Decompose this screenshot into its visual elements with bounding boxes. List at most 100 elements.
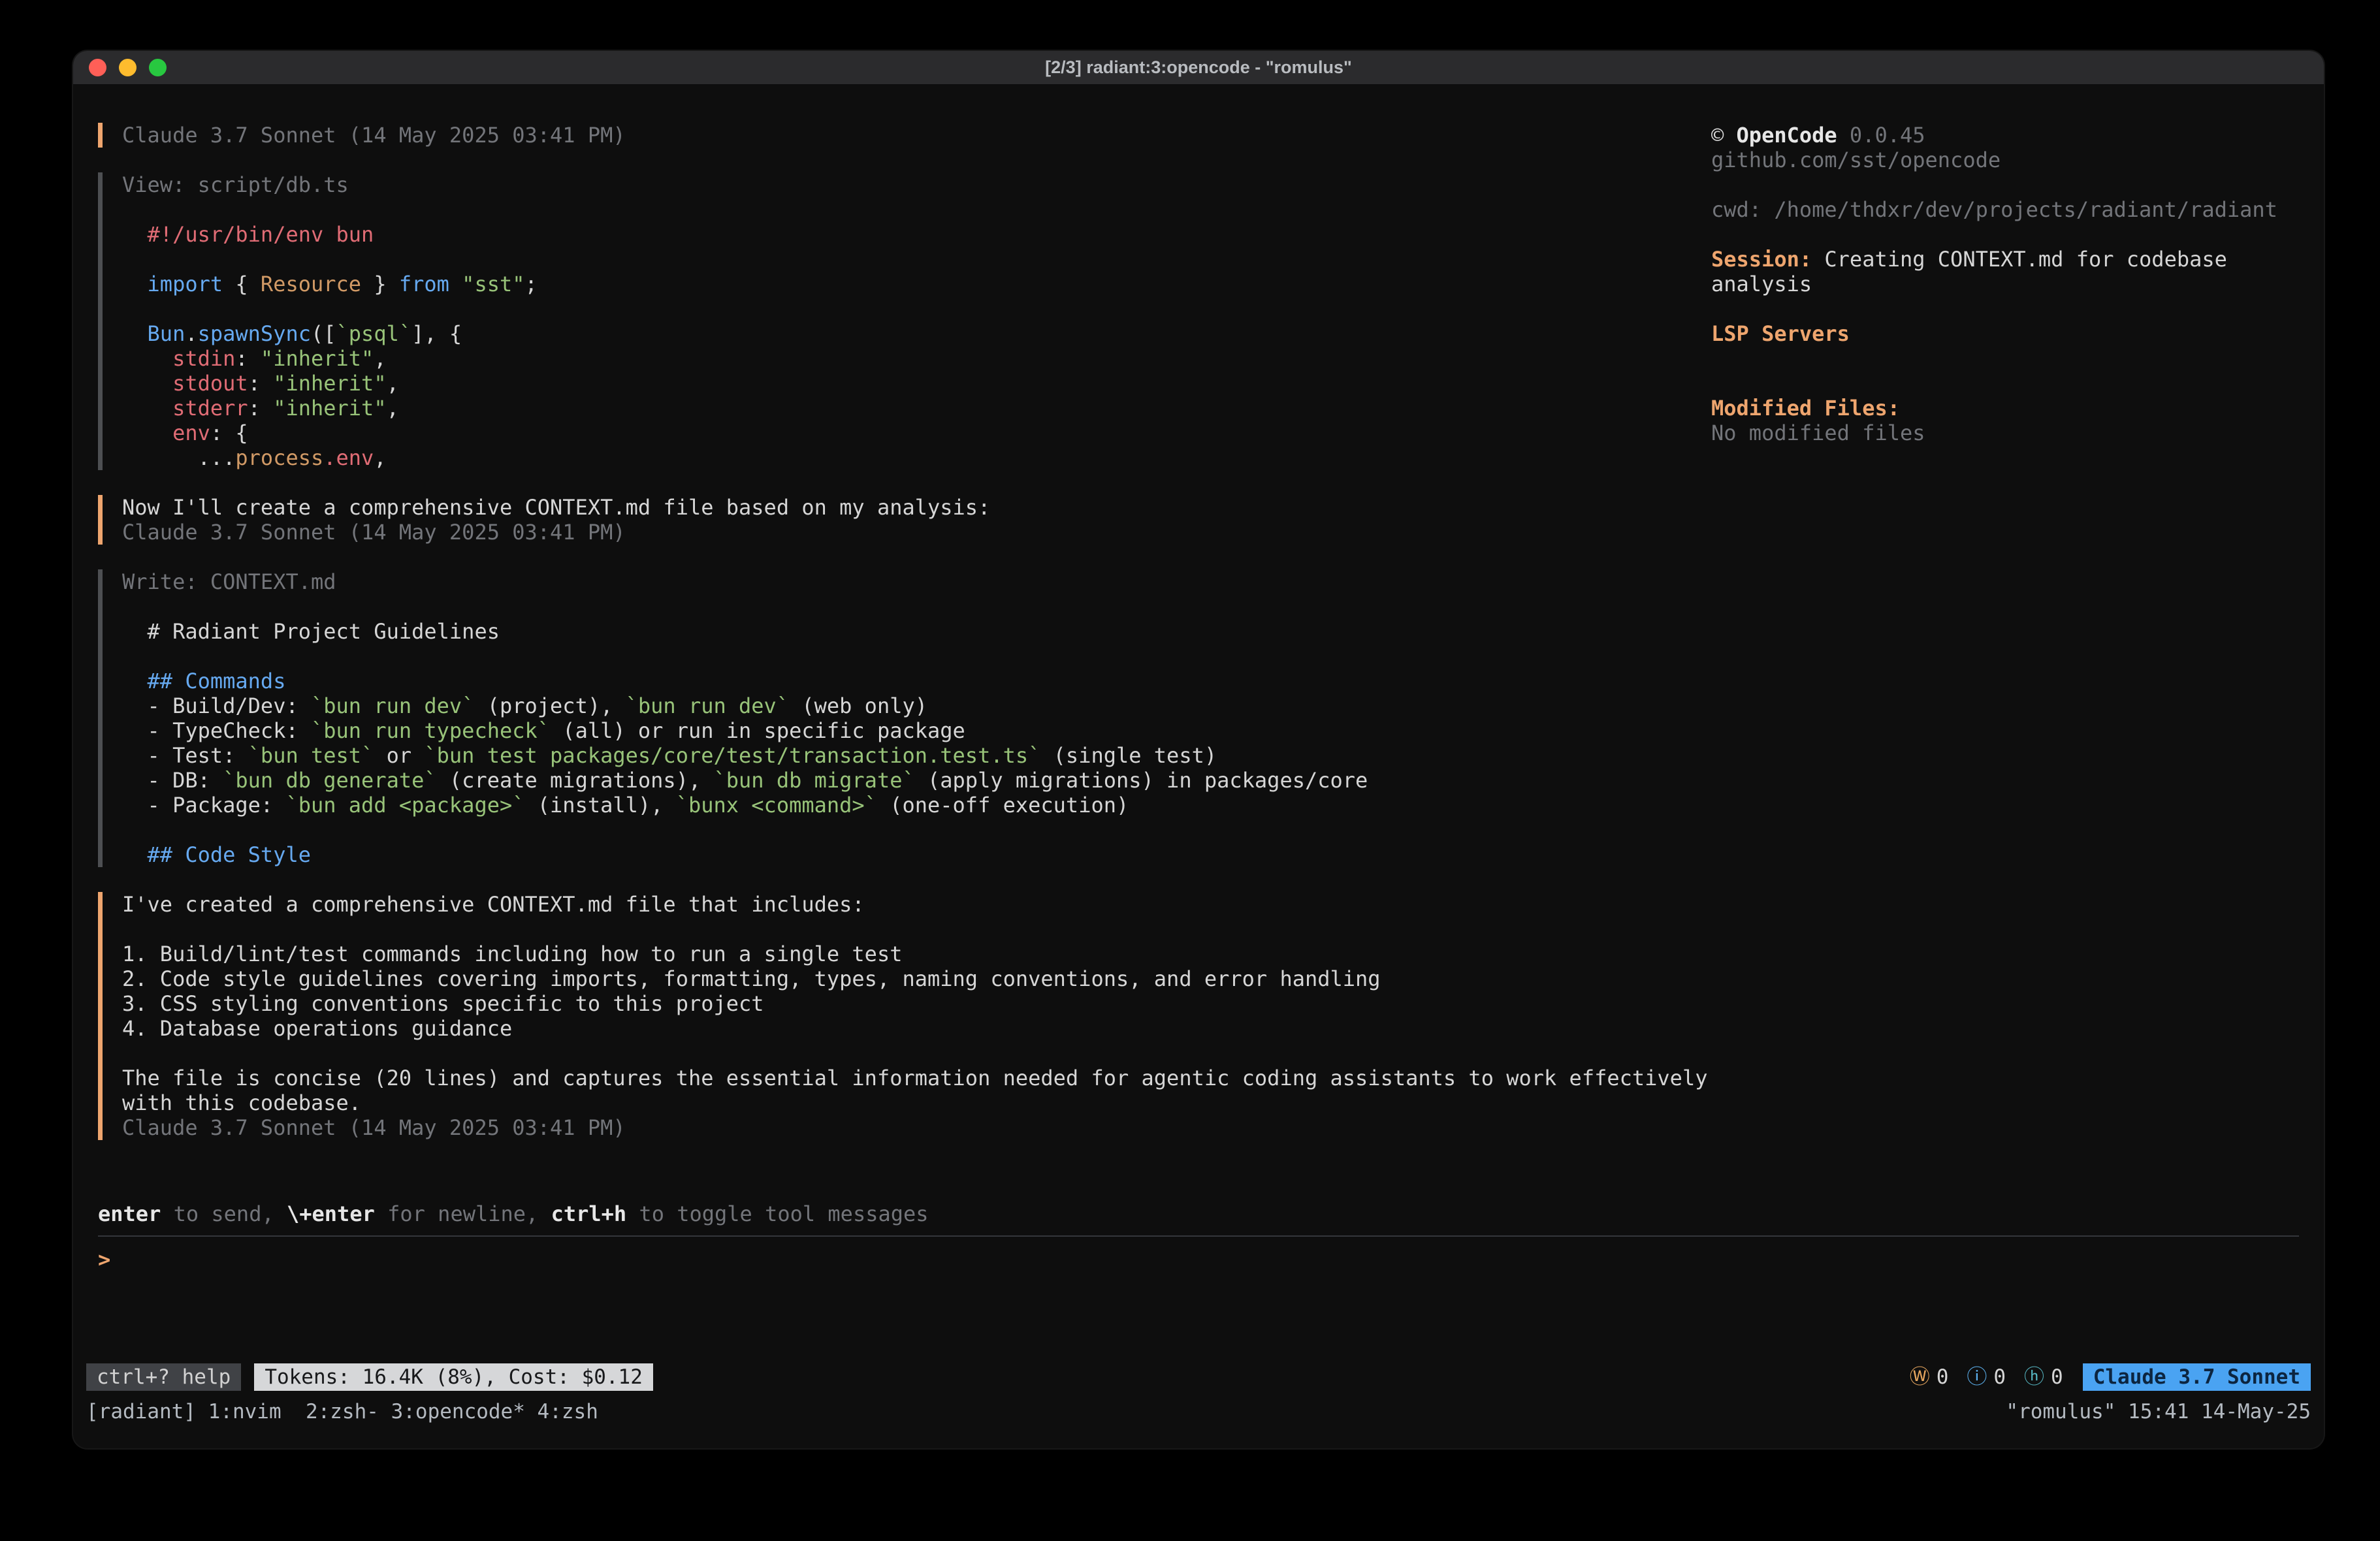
text-line: Write: CONTEXT.md — [122, 569, 1711, 594]
text-segment: 4. Database operations guidance — [122, 1016, 512, 1041]
text-segment: 2. Code style guidelines covering import… — [122, 966, 1381, 991]
text-segment: ; — [525, 272, 538, 296]
sidebar-line — [1711, 296, 2299, 321]
text-line: stdin: "inherit", — [122, 346, 1711, 371]
text-line: - Test: `bun test` or `bun test packages… — [122, 743, 1711, 768]
text-line: stderr: "inherit", — [122, 396, 1711, 421]
text-segment: (apply migrations) in packages/core — [915, 768, 1368, 793]
text-segment: #!/usr/bin/env bun — [148, 222, 374, 247]
text-line: The file is concise (20 lines) and captu… — [122, 1066, 1711, 1115]
text-segment: \+enter — [287, 1201, 375, 1226]
text-line — [122, 197, 1711, 222]
text-segment — [122, 669, 148, 693]
text-line — [122, 247, 1711, 272]
text-segment: ], { — [411, 321, 462, 346]
text-segment: OpenCode — [1737, 123, 1837, 148]
text-line: 4. Database operations guidance — [122, 1016, 1711, 1041]
sidebar-line: No modified files — [1711, 421, 2299, 445]
text-segment: `bun test` — [248, 743, 374, 768]
text-line: Bun.spawnSync([`psql`], { — [122, 321, 1711, 346]
assistant-message-meta-block: Claude 3.7 Sonnet (14 May 2025 03:41 PM) — [98, 123, 1711, 148]
text-segment: .env — [323, 445, 374, 470]
text-segment: . — [185, 321, 197, 346]
text-segment: Claude 3.7 Sonnet (14 May 2025 03:41 PM) — [122, 1115, 626, 1140]
text-segment: `bun add <package>` — [285, 793, 524, 818]
text-segment: (web only) — [789, 693, 927, 718]
info-count-value: 0 — [1993, 1365, 2006, 1390]
input-help-line: enter to send, \+enter for newline, ctrl… — [98, 1201, 2299, 1226]
text-segment: ## Commands — [148, 669, 286, 693]
text-segment — [122, 346, 172, 371]
assistant-message-block: Now I'll create a comprehensive CONTEXT.… — [98, 495, 1711, 545]
tokens-cost-badge: Tokens: 16.4K (8%), Cost: $0.12 — [254, 1363, 653, 1391]
warning-count-value: 0 — [1937, 1365, 1949, 1390]
text-segment: `bun db migrate` — [713, 768, 914, 793]
text-line — [122, 644, 1711, 669]
text-segment: (project), — [474, 693, 625, 718]
text-segment: cwd: /home/thdxr/dev/projects/radiant/ra… — [1711, 197, 2277, 222]
tmux-host-time: "romulus" 15:41 14-May-25 — [2006, 1399, 2311, 1425]
text-line: - Build/Dev: `bun run dev` (project), `b… — [122, 693, 1711, 718]
text-line: Claude 3.7 Sonnet (14 May 2025 03:41 PM) — [122, 1115, 1711, 1140]
text-segment: Claude 3.7 Sonnet (14 May 2025 03:41 PM) — [122, 520, 626, 545]
prompt-input[interactable]: > — [98, 1247, 2299, 1272]
text-segment: for newline, — [375, 1201, 551, 1226]
text-segment: enter — [98, 1201, 161, 1226]
sidebar-line — [1711, 346, 2299, 371]
text-segment: : — [248, 396, 274, 421]
sidebar-line: LSP Servers — [1711, 321, 2299, 346]
text-line: import { Resource } from "sst"; — [122, 272, 1711, 296]
text-line: ## Code Style — [122, 842, 1711, 867]
text-segment: Now I'll create a comprehensive CONTEXT.… — [122, 495, 990, 520]
text-line — [122, 296, 1711, 321]
text-line: 2. Code style guidelines covering import… — [122, 966, 1711, 991]
text-segment: (create migrations), — [437, 768, 714, 793]
text-segment — [122, 396, 172, 421]
text-segment: Session: — [1711, 247, 1812, 272]
sidebar-line — [1711, 222, 2299, 247]
text-segment: github.com/sst/opencode — [1711, 148, 2001, 172]
sidebar-line — [1711, 172, 2299, 197]
help-shortcut-badge: ctrl+? help — [86, 1363, 241, 1391]
diagnostics: Ⓦ0ⓘ0ⓗ0 — [1910, 1365, 2063, 1390]
model-badge: Claude 3.7 Sonnet — [2083, 1363, 2311, 1391]
text-segment — [122, 222, 148, 247]
text-segment: import — [148, 272, 223, 296]
text-segment: (install), — [525, 793, 676, 818]
text-segment: Write: CONTEXT.md — [122, 569, 336, 594]
text-segment: `psql` — [336, 321, 412, 346]
info-count: ⓘ0 — [1967, 1365, 2006, 1390]
text-segment: to send, — [161, 1201, 287, 1226]
text-segment: , — [387, 396, 399, 421]
text-segment: , — [374, 445, 386, 470]
text-segment — [449, 272, 462, 296]
text-segment: `bun test packages/core/test/transaction… — [424, 743, 1040, 768]
text-segment — [122, 421, 172, 445]
text-segment: spawnSync — [198, 321, 311, 346]
text-line — [122, 594, 1711, 619]
text-segment: } — [361, 272, 399, 296]
sidebar-line: Session: Creating CONTEXT.md for codebas… — [1711, 247, 2299, 296]
tool-output-write-block: Write: CONTEXT.md # Radiant Project Guid… — [98, 569, 1711, 867]
text-line: I've created a comprehensive CONTEXT.md … — [122, 892, 1711, 917]
window-titlebar: [2/3] radiant:3:opencode - "romulus" — [73, 51, 2324, 85]
tool-output-view-block: View: script/db.ts #!/usr/bin/env bun im… — [98, 172, 1711, 470]
window-title: [2/3] radiant:3:opencode - "romulus" — [73, 57, 2324, 78]
text-segment: Modified Files: — [1711, 396, 1900, 421]
sidebar-line: Modified Files: — [1711, 396, 2299, 421]
warning-count: Ⓦ0 — [1910, 1365, 1949, 1390]
text-line: - Package: `bun add <package>` (install)… — [122, 793, 1711, 818]
text-segment: Resource — [261, 272, 361, 296]
text-segment: `bunx <command>` — [676, 793, 877, 818]
text-segment: Claude 3.7 Sonnet (14 May 2025 03:41 PM) — [122, 123, 626, 148]
text-segment: ctrl+h — [551, 1201, 627, 1226]
text-segment: (one-off execution) — [877, 793, 1129, 818]
text-segment: - Test: — [122, 743, 248, 768]
text-line: View: script/db.ts — [122, 172, 1711, 197]
status-bar: ctrl+? help Tokens: 16.4K (8%), Cost: $0… — [86, 1363, 2311, 1391]
text-segment: to toggle tool messages — [626, 1201, 928, 1226]
info-count-icon: ⓘ — [1967, 1365, 1987, 1390]
sidebar-line: cwd: /home/thdxr/dev/projects/radiant/ra… — [1711, 197, 2299, 222]
tmux-session-windows[interactable]: [radiant] 1:nvim 2:zsh- 3:opencode* 4:zs… — [86, 1399, 598, 1425]
text-segment: - DB: — [122, 768, 223, 793]
